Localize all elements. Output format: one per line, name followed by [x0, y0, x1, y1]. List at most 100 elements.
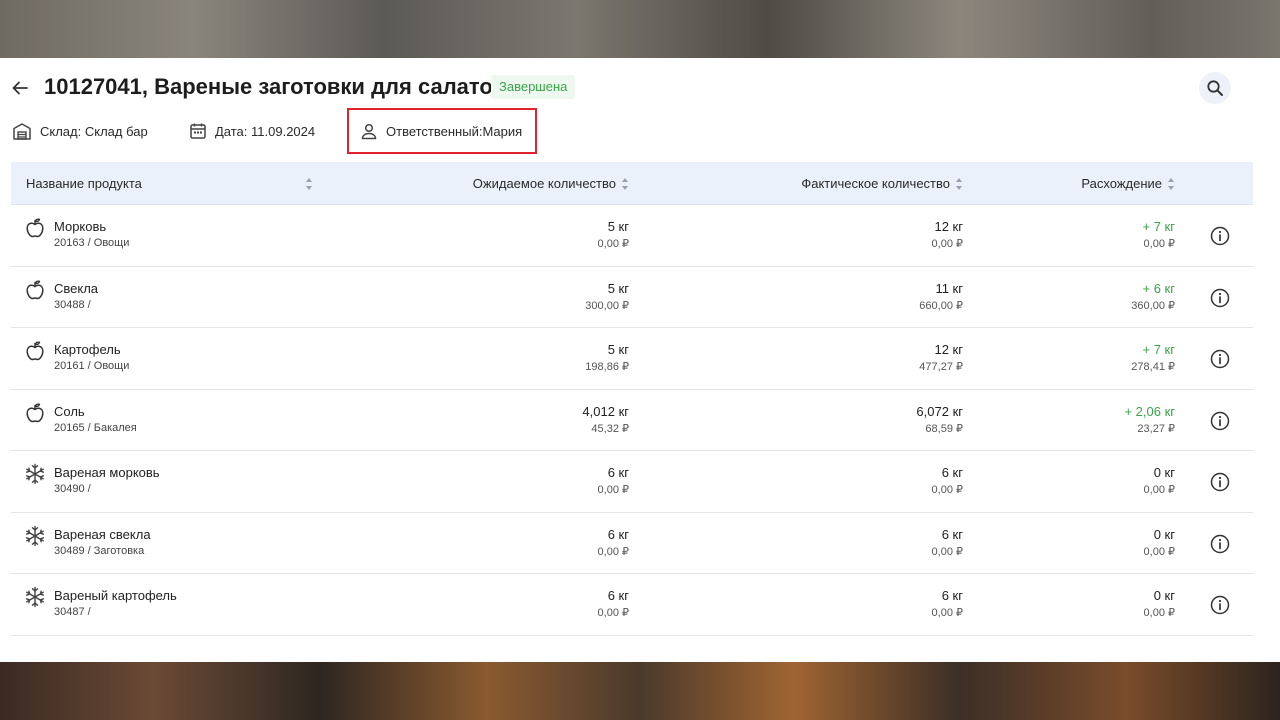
- column-header-difference[interactable]: Расхождение: [1081, 162, 1175, 205]
- product-code-category: 30488 /: [54, 298, 91, 311]
- actual-cell-amount: 0,00 ₽: [931, 238, 963, 250]
- expected-cell: 5 кг 198,86 ₽: [585, 328, 629, 373]
- sort-icon[interactable]: [306, 178, 313, 190]
- difference-cell-amount: 0,00 ₽: [1143, 484, 1175, 496]
- product-name: Морковь: [54, 219, 107, 234]
- expected-cell-quantity: 6 кг: [607, 526, 629, 542]
- actual-cell-quantity: 6 кг: [941, 526, 963, 542]
- difference-cell-amount: 0,00 ₽: [1143, 545, 1175, 558]
- actual-cell-amount: 0,00 ₽: [931, 607, 963, 619]
- info-icon[interactable]: [1209, 225, 1231, 247]
- expected-cell-quantity: 5 кг: [607, 280, 629, 296]
- table-row[interactable]: Вареный картофель 30487 / 6 кг 0,00 ₽ 6 кг 0,…: [11, 574, 1253, 636]
- apple-icon: [26, 218, 44, 238]
- expected-cell: 6 кг 0,00 ₽: [598, 574, 629, 619]
- actual-cell: 6 кг 0,00 ₽: [932, 513, 963, 558]
- actual-cell: 11 кг 660,00 ₽: [919, 267, 963, 312]
- apple-icon: [26, 403, 44, 422]
- product-code-category: 30487 /: [54, 606, 91, 618]
- column-label: Название продукта: [26, 176, 142, 191]
- actual-cell-amount: 477,27 ₽: [919, 361, 963, 373]
- warehouse-icon: [13, 123, 31, 140]
- date-text: Дата: 11.09.2024: [215, 123, 316, 139]
- actual-cell-quantity: 12 кг: [934, 219, 963, 234]
- actual-cell: 6,072 кг 68,59 ₽: [916, 390, 963, 435]
- table-row[interactable]: Свекла 30488 / 5 кг 300,00 ₽ 11 кг 660,00 ₽ + …: [11, 267, 1253, 328]
- product-code-category: 20161 / Овощи: [54, 360, 130, 372]
- back-arrow-icon[interactable]: [10, 78, 30, 98]
- column-header-expected[interactable]: Ожидаемое количество: [473, 162, 629, 205]
- actual-cell: 12 кг 0,00 ₽: [932, 205, 963, 250]
- page-title: 10127041, Вареные заготовки для салатов: [44, 74, 507, 99]
- difference-cell-quantity: 0 кг: [1153, 465, 1175, 480]
- meta-date: Дата: 11.09.2024: [189, 120, 315, 142]
- info-icon[interactable]: [1209, 287, 1231, 309]
- column-header-name[interactable]: Название продукта: [26, 162, 312, 205]
- expected-cell-quantity: 5 кг: [607, 219, 629, 234]
- difference-cell-quantity: + 2,06 кг: [1124, 403, 1175, 419]
- column-label: Фактическое количество: [801, 176, 950, 191]
- expected-cell: 4,012 кг 45,32 ₽: [582, 390, 629, 435]
- difference-cell-amount: 23,27 ₽: [1137, 422, 1175, 435]
- table-row[interactable]: Морковь 20163 / Овощи 5 кг 0,00 ₽ 12 кг 0,00 …: [11, 205, 1253, 267]
- actual-cell: 6 кг 0,00 ₽: [932, 451, 963, 496]
- search-icon: [1207, 80, 1223, 96]
- apple-icon: [26, 280, 44, 299]
- difference-cell-quantity: + 7 кг: [1142, 342, 1175, 357]
- expected-cell-amount: 198,86 ₽: [585, 361, 629, 373]
- difference-cell: + 2,06 кг 23,27 ₽: [1124, 390, 1175, 435]
- info-icon[interactable]: [1209, 471, 1231, 493]
- difference-cell-amount: 278,41 ₽: [1131, 361, 1175, 373]
- difference-cell: 0 кг 0,00 ₽: [1144, 513, 1175, 558]
- actual-cell-quantity: 6 кг: [941, 465, 963, 480]
- difference-cell-quantity: 0 кг: [1153, 588, 1175, 603]
- expected-cell-amount: 0,00 ₽: [597, 484, 629, 496]
- difference-cell-quantity: + 6 кг: [1142, 280, 1175, 296]
- difference-cell: + 6 кг 360,00 ₽: [1131, 267, 1175, 312]
- difference-cell: + 7 кг 0,00 ₽: [1143, 205, 1175, 250]
- sort-icon[interactable]: [956, 177, 963, 190]
- snowflake-icon: [25, 525, 45, 546]
- table-row[interactable]: Картофель 20161 / Овощи 5 кг 198,86 ₽ 12 кг 4…: [11, 328, 1253, 390]
- expected-cell: 5 кг 0,00 ₽: [598, 205, 629, 250]
- product-name: Соль: [54, 403, 85, 419]
- product-name: Свекла: [54, 280, 99, 296]
- calendar-icon: [190, 123, 206, 139]
- expected-cell-amount: 0,00 ₽: [597, 238, 629, 250]
- column-header-actual[interactable]: Фактическое количество: [801, 162, 963, 205]
- document-panel: 10127041, Вареные заготовки для салатов …: [0, 58, 1280, 662]
- actual-cell-quantity: 6,072 кг: [916, 403, 963, 419]
- actual-cell-amount: 68,59 ₽: [925, 422, 963, 435]
- product-code-category: 30489 / Заготовка: [54, 544, 145, 557]
- product-name: Вареная морковь: [54, 465, 160, 480]
- info-icon[interactable]: [1209, 348, 1231, 370]
- difference-cell-amount: 0,00 ₽: [1143, 607, 1175, 619]
- difference-cell: 0 кг 0,00 ₽: [1144, 451, 1175, 496]
- expected-cell-quantity: 6 кг: [607, 588, 629, 603]
- actual-cell-amount: 0,00 ₽: [931, 545, 963, 558]
- sort-icon[interactable]: [1168, 177, 1175, 190]
- table-row[interactable]: Соль 20165 / Бакалея 4,012 кг 45,32 ₽ 6,072 …: [11, 390, 1253, 451]
- info-icon[interactable]: [1209, 533, 1231, 555]
- expected-cell-quantity: 6 кг: [607, 465, 629, 480]
- table-body: Морковь 20163 / Овощи 5 кг 0,00 ₽ 12 кг 0,00 …: [11, 205, 1253, 636]
- info-icon[interactable]: [1209, 410, 1231, 432]
- status-badge: Завершена: [491, 75, 576, 99]
- expected-cell: 6 кг 0,00 ₽: [598, 451, 629, 496]
- difference-cell-amount: 0,00 ₽: [1143, 238, 1175, 250]
- actual-cell-quantity: 6 кг: [941, 588, 963, 603]
- sort-icon[interactable]: [622, 177, 629, 190]
- page-header: 10127041, Вареные заготовки для салатов …: [0, 58, 1280, 118]
- table-row[interactable]: Вареная морковь 30490 / 6 кг 0,00 ₽ 6 кг 0,00…: [11, 451, 1253, 513]
- highlight-frame: [347, 108, 537, 154]
- expected-cell-amount: 300,00 ₽: [585, 299, 629, 312]
- product-code-category: 20165 / Бакалея: [54, 421, 137, 434]
- apple-icon: [26, 341, 44, 361]
- difference-cell-amount: 360,00 ₽: [1131, 299, 1175, 312]
- expected-cell-quantity: 5 кг: [607, 342, 629, 357]
- product-code-category: 20163 / Овощи: [54, 237, 130, 249]
- table-row[interactable]: Вареная свекла 30489 / Заготовка 6 кг 0,00 …: [11, 513, 1253, 574]
- search-button[interactable]: [1199, 72, 1231, 104]
- info-icon[interactable]: [1209, 594, 1231, 616]
- expected-cell-amount: 0,00 ₽: [597, 607, 629, 619]
